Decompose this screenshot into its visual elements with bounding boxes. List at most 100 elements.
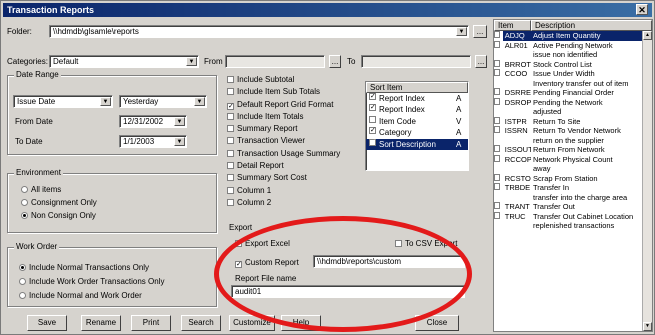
report-option[interactable]: Transaction Viewer <box>227 136 362 148</box>
report-list-item[interactable]: RCCOP Network Physical Count <box>494 154 652 165</box>
checkbox-icon[interactable] <box>494 183 500 190</box>
report-option[interactable]: Column 1 <box>227 186 362 198</box>
checkbox-icon[interactable] <box>227 174 234 182</box>
chevron-down-icon[interactable]: ▼ <box>100 97 111 106</box>
checkbox-icon[interactable] <box>494 31 500 38</box>
report-list-item[interactable]: ADJQ Adjust Item Quantity <box>494 31 652 41</box>
custom-report-option[interactable]: ✓ Custom Report <box>235 258 299 268</box>
checkbox-icon[interactable] <box>227 149 234 157</box>
checkbox-icon[interactable] <box>227 125 234 133</box>
checkbox-icon[interactable]: ✓ <box>369 127 376 135</box>
export-excel-option[interactable]: Export Excel <box>235 239 290 248</box>
from-date-picker[interactable]: 12/31/2002 ▼ <box>119 115 187 128</box>
checkbox-icon[interactable] <box>369 115 376 123</box>
report-list-item[interactable]: RCSTO Scrap From Station <box>494 173 652 184</box>
category-combo[interactable]: Default ▼ <box>49 55 199 68</box>
report-list[interactable]: Item Description ADJQ Adjust Item Quantit… <box>493 19 653 332</box>
report-option[interactable]: ✓ Default Report Grid Format <box>227 100 362 112</box>
checkbox-icon[interactable] <box>494 126 500 133</box>
report-list-item[interactable]: CCOO Issue Under Width <box>494 69 652 79</box>
report-list-item[interactable]: DSRRE Pending Financial Order <box>494 88 652 98</box>
checkbox-icon[interactable] <box>227 198 234 206</box>
env-option-all[interactable]: All items <box>21 185 61 194</box>
sort-listbox[interactable]: Sort Item ✓ Report Index A ✓ Report Index A … <box>365 81 469 171</box>
report-list-item[interactable]: BRROT Stock Control List <box>494 59 652 70</box>
checkbox-icon[interactable] <box>494 173 500 181</box>
radio-icon[interactable] <box>21 186 28 193</box>
checkbox-icon[interactable] <box>494 40 500 48</box>
checkbox-icon[interactable]: ✓ <box>235 261 242 268</box>
from-field[interactable] <box>225 55 325 68</box>
env-option-consign[interactable]: Consignment Only <box>21 198 97 207</box>
rename-button[interactable]: Rename <box>81 315 121 331</box>
checkbox-icon[interactable] <box>227 88 234 96</box>
report-option[interactable]: Summary Sort Cost <box>227 173 362 185</box>
wo-option-normal[interactable]: Include Normal Transactions Only <box>19 263 149 272</box>
report-list-item[interactable]: TRBDE Transfer In <box>494 183 652 193</box>
report-list-item[interactable]: adjusted <box>494 107 652 117</box>
customize-button[interactable]: Customize <box>229 315 275 331</box>
wo-option-workorder[interactable]: Include Work Order Transactions Only <box>19 277 164 286</box>
checkbox-icon[interactable] <box>235 240 242 247</box>
checkbox-icon[interactable]: ✓ <box>369 93 376 100</box>
sort-item[interactable]: ✓ Report Index A <box>366 93 468 104</box>
report-list-item[interactable]: ISTPR Return To Site <box>494 116 652 127</box>
export-csv-option[interactable]: To CSV Export <box>395 239 457 248</box>
to-field[interactable] <box>361 55 471 68</box>
report-option[interactable]: Column 2 <box>227 198 362 210</box>
to-browse-button[interactable]: ... <box>475 55 487 68</box>
checkbox-icon[interactable] <box>494 202 500 209</box>
checkbox-icon[interactable]: ✓ <box>369 104 376 112</box>
checkbox-icon[interactable] <box>494 69 500 76</box>
close-button[interactable]: Close <box>415 315 459 331</box>
close-icon[interactable]: ✕ <box>636 4 648 15</box>
report-list-item[interactable]: return on the supplier <box>494 136 652 146</box>
checkbox-icon[interactable]: ✓ <box>369 138 376 146</box>
checkbox-icon[interactable] <box>494 154 500 162</box>
report-option[interactable]: Summary Report <box>227 124 362 136</box>
checkbox-icon[interactable] <box>494 88 500 95</box>
chevron-down-icon[interactable]: ▼ <box>174 137 185 146</box>
folder-combo[interactable]: \\hdmdb\glsamle\reports ▼ <box>49 25 469 38</box>
print-button[interactable]: Print <box>131 315 171 331</box>
chevron-down-icon[interactable]: ▼ <box>456 27 467 36</box>
radio-icon[interactable] <box>19 278 26 285</box>
scroll-down-icon[interactable]: ▼ <box>643 322 652 331</box>
checkbox-icon[interactable] <box>494 116 500 124</box>
column-header-item[interactable]: Item <box>494 20 531 31</box>
report-list-item[interactable]: transfer into the charge area <box>494 193 652 203</box>
report-list-item[interactable]: away <box>494 164 652 174</box>
search-button[interactable]: Search <box>181 315 221 331</box>
env-option-nonconsign[interactable]: Non Consign Only <box>21 211 96 220</box>
sort-item[interactable]: ✓ Report Index A <box>366 104 468 115</box>
report-list-item[interactable]: Inventory transfer out of item <box>494 79 652 89</box>
report-option[interactable]: Transaction Usage Summary <box>227 149 362 161</box>
browse-folder-button[interactable]: ... <box>473 25 487 38</box>
sort-item[interactable]: Item Code V <box>366 115 468 127</box>
report-option[interactable]: Include Item Totals <box>227 112 362 124</box>
radio-icon[interactable] <box>19 292 26 299</box>
column-header-description[interactable]: Description <box>531 20 652 31</box>
from-browse-button[interactable]: ... <box>329 55 341 68</box>
checkbox-icon[interactable] <box>227 112 234 120</box>
date-type-combo[interactable]: Issue Date ▼ <box>13 95 113 108</box>
checkbox-icon[interactable] <box>395 240 402 247</box>
checkbox-icon[interactable] <box>494 211 500 219</box>
report-option[interactable]: Include Subtotal <box>227 75 362 87</box>
checkbox-icon[interactable] <box>227 137 234 145</box>
chevron-down-icon[interactable]: ▼ <box>186 57 197 66</box>
checkbox-icon[interactable] <box>494 97 500 105</box>
report-list-item[interactable]: TRANT Transfer Out <box>494 202 652 212</box>
custom-report-path-field[interactable]: \\hdmdb\reports\custom <box>313 255 465 268</box>
report-file-field[interactable]: audit01 <box>231 285 465 298</box>
period-combo[interactable]: Yesterday ▼ <box>119 95 207 108</box>
sort-item-selected[interactable]: ✓ Sort Description A <box>366 138 468 150</box>
save-button[interactable]: Save <box>27 315 67 331</box>
checkbox-icon[interactable] <box>227 186 234 194</box>
checkbox-icon[interactable] <box>494 59 500 67</box>
help-button[interactable]: Help <box>281 315 321 331</box>
report-list-item[interactable]: replenished transactions <box>494 221 652 231</box>
report-option[interactable]: Include Item Sub Totals <box>227 87 362 99</box>
report-list-item[interactable]: ISSRN Return To Vendor Network <box>494 126 652 136</box>
radio-icon[interactable] <box>21 212 28 219</box>
